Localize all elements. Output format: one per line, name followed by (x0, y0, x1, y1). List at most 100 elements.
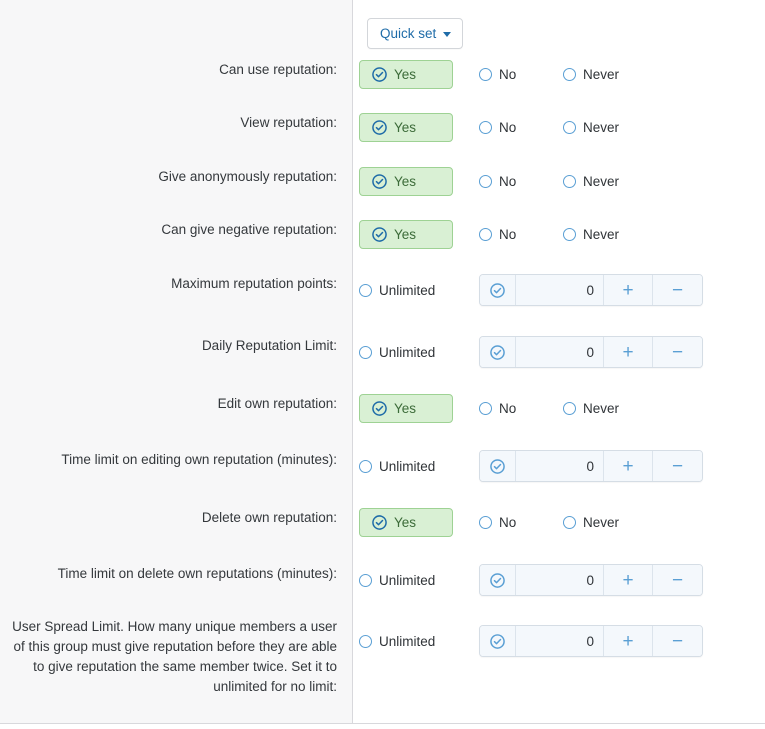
option-label: Yes (394, 227, 417, 242)
increment-button-daily-reputation-limit[interactable]: + (604, 337, 653, 367)
option-yes-give-anonymously-reputation[interactable]: Yes (359, 167, 453, 196)
row-label-time-limit-delete-own-reputations: Time limit on delete own reputations (mi… (57, 566, 337, 581)
row-label-view-reputation: View reputation: (240, 115, 337, 130)
bottom-divider (0, 723, 765, 724)
option-label: Never (583, 401, 620, 416)
permission-row: Delete own reputation: Yes No Never (0, 508, 765, 537)
choice-slot-unlimited: Unlimited (359, 277, 479, 304)
option-never-edit-own-reputation[interactable]: Never (563, 395, 619, 422)
choice-slot-yes: Yes (359, 113, 479, 142)
choice-slot-never: Never (563, 395, 619, 422)
choice-slot-unlimited: Unlimited (359, 339, 479, 366)
choice-slot-yes: Yes (359, 394, 479, 423)
option-never-can-give-negative-reputation[interactable]: Never (563, 221, 619, 248)
option-no-delete-own-reputation[interactable]: No (479, 509, 516, 536)
option-unlimited-user-spread-limit[interactable]: Unlimited (359, 628, 435, 655)
row-label-time-limit-editing-own-reputation: Time limit on editing own reputation (mi… (61, 452, 337, 467)
option-unlimited-daily-reputation-limit[interactable]: Unlimited (359, 339, 435, 366)
option-no-can-give-negative-reputation[interactable]: No (479, 221, 516, 248)
permission-row: Edit own reputation: Yes No Never (0, 394, 765, 423)
option-unlimited-time-limit-delete-own-reputations[interactable]: Unlimited (359, 567, 435, 594)
increment-button-user-spread-limit[interactable]: + (604, 626, 653, 656)
option-label: Yes (394, 174, 417, 189)
option-no-view-reputation[interactable]: No (479, 114, 516, 141)
number-stepper-time-limit-editing-own-reputation: +− (479, 450, 703, 482)
number-input-time-limit-editing-own-reputation[interactable] (516, 451, 604, 481)
option-yes-edit-own-reputation[interactable]: Yes (359, 394, 453, 423)
decrement-button-user-spread-limit[interactable]: − (653, 626, 702, 656)
row-label-can-use-reputation: Can use reputation: (219, 62, 337, 77)
option-number-time-limit-editing-own-reputation[interactable] (480, 451, 516, 481)
check-circle-icon (490, 458, 505, 474)
decrement-button-daily-reputation-limit[interactable]: − (653, 337, 702, 367)
option-never-delete-own-reputation[interactable]: Never (563, 509, 619, 536)
option-no-can-use-reputation[interactable]: No (479, 61, 516, 88)
choice-slot-yes: Yes (359, 167, 479, 196)
option-yes-view-reputation[interactable]: Yes (359, 113, 453, 142)
option-yes-can-use-reputation[interactable]: Yes (359, 60, 453, 89)
row-controls-daily-reputation-limit: Unlimited +− (345, 336, 765, 368)
increment-button-maximum-reputation-points[interactable]: + (604, 275, 653, 305)
radio-off-icon (359, 459, 372, 473)
chevron-down-icon (443, 32, 452, 37)
option-number-daily-reputation-limit[interactable] (480, 337, 516, 367)
option-number-user-spread-limit[interactable] (480, 626, 516, 656)
row-controls-give-anonymously-reputation: Yes No Never (345, 167, 765, 196)
choice-slot-never: Never (563, 61, 619, 88)
number-input-maximum-reputation-points[interactable] (516, 275, 604, 305)
check-circle-icon (372, 67, 387, 82)
option-yes-can-give-negative-reputation[interactable]: Yes (359, 220, 453, 249)
number-input-time-limit-delete-own-reputations[interactable] (516, 565, 604, 595)
option-unlimited-time-limit-editing-own-reputation[interactable]: Unlimited (359, 453, 435, 480)
radio-off-icon (479, 402, 492, 415)
permission-row: Maximum reputation points: Unlimited +− (0, 274, 765, 306)
permission-row: View reputation: Yes No Never (0, 113, 765, 142)
option-label: Never (583, 227, 620, 242)
number-input-daily-reputation-limit[interactable] (516, 337, 604, 367)
option-label: Never (583, 67, 620, 82)
option-never-give-anonymously-reputation[interactable]: Never (563, 168, 619, 195)
option-yes-delete-own-reputation[interactable]: Yes (359, 508, 453, 537)
decrement-button-maximum-reputation-points[interactable]: − (653, 275, 702, 305)
radio-off-icon (563, 121, 576, 134)
option-label: Unlimited (379, 344, 436, 360)
option-label: Yes (394, 401, 417, 416)
radio-off-icon (479, 516, 492, 529)
choice-slot-no: No (479, 221, 563, 248)
option-never-can-use-reputation[interactable]: Never (563, 61, 619, 88)
choice-slot-yes: Yes (359, 60, 479, 89)
quick-set-button[interactable]: Quick set (367, 18, 464, 49)
decrement-button-time-limit-editing-own-reputation[interactable]: − (653, 451, 702, 481)
row-controls-view-reputation: Yes No Never (345, 113, 765, 142)
choice-slot-no: No (479, 114, 563, 141)
option-label: No (499, 515, 517, 530)
option-label: No (499, 227, 517, 242)
option-number-maximum-reputation-points[interactable] (480, 275, 516, 305)
row-controls-edit-own-reputation: Yes No Never (345, 394, 765, 423)
row-label-can-give-negative-reputation: Can give negative reputation: (161, 222, 337, 237)
option-no-give-anonymously-reputation[interactable]: No (479, 168, 516, 195)
option-number-time-limit-delete-own-reputations[interactable] (480, 565, 516, 595)
option-unlimited-maximum-reputation-points[interactable]: Unlimited (359, 277, 435, 304)
radio-off-icon (563, 228, 576, 241)
decrement-button-time-limit-delete-own-reputations[interactable]: − (653, 565, 702, 595)
choice-slot-never: Never (563, 509, 619, 536)
choice-slot-unlimited: Unlimited (359, 628, 479, 655)
choice-slot-never: Never (563, 168, 619, 195)
option-no-edit-own-reputation[interactable]: No (479, 395, 516, 422)
radio-off-icon (479, 228, 492, 241)
choice-slot-yes: Yes (359, 508, 479, 537)
radio-off-icon (479, 175, 492, 188)
increment-button-time-limit-delete-own-reputations[interactable]: + (604, 565, 653, 595)
number-stepper-user-spread-limit: +− (479, 625, 703, 657)
radio-off-icon (359, 634, 372, 648)
radio-off-icon (479, 68, 492, 81)
increment-button-time-limit-editing-own-reputation[interactable]: + (604, 451, 653, 481)
choice-slot-no: No (479, 509, 563, 536)
choice-slot-no: No (479, 61, 563, 88)
option-never-view-reputation[interactable]: Never (563, 114, 619, 141)
row-label-user-spread-limit: User Spread Limit. How many unique membe… (12, 619, 337, 694)
check-circle-icon (372, 227, 387, 242)
number-input-user-spread-limit[interactable] (516, 626, 604, 656)
permissions-panel: Quick set Can use reputation: Yes No Never V… (0, 0, 765, 729)
